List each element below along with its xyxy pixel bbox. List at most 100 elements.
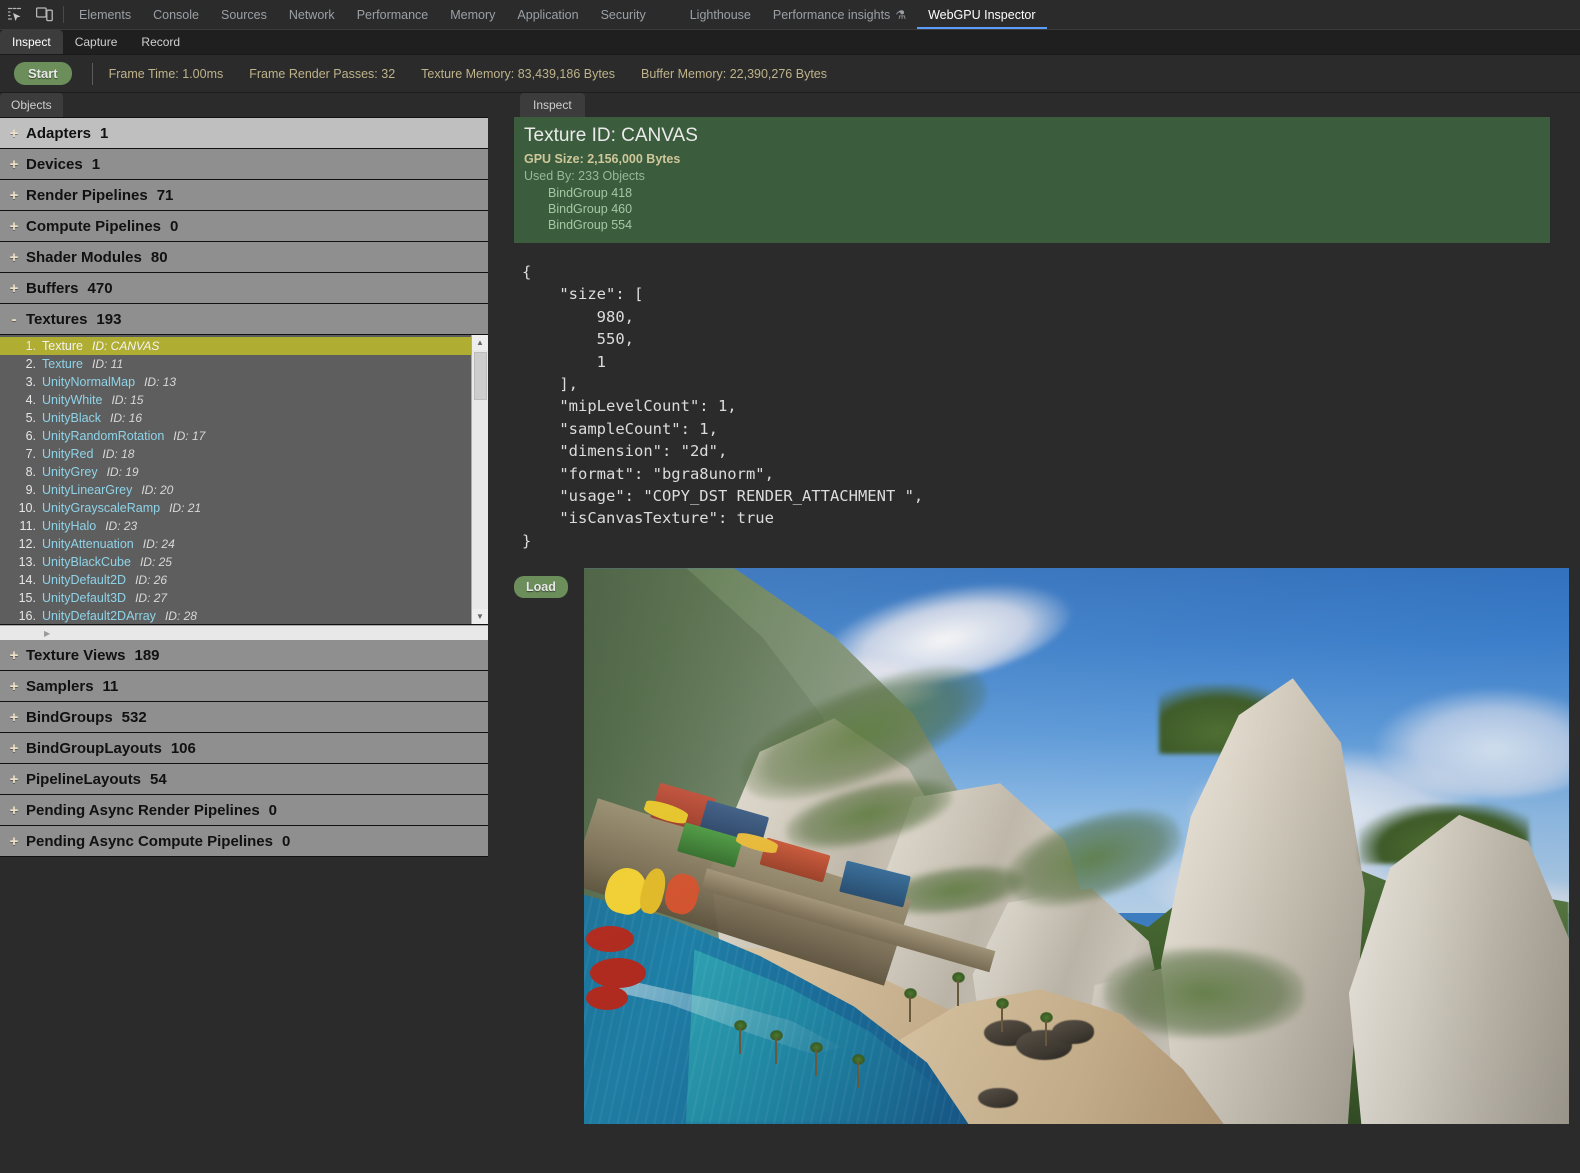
texture-list-item[interactable]: 9. UnityLinearGrey ID: 20 <box>0 481 471 499</box>
tree-group-pipelinelayouts[interactable]: + PipelineLayouts 54 <box>0 764 488 795</box>
scroll-down-arrow-icon[interactable]: ▼ <box>472 609 488 624</box>
texture-list-item[interactable]: 3. UnityNormalMap ID: 13 <box>0 373 471 391</box>
item-id: ID: 16 <box>110 411 143 425</box>
load-button[interactable]: Load <box>514 576 568 599</box>
expand-plus-icon[interactable]: + <box>6 156 22 173</box>
texture-list-container: 1. Texture ID: CANVAS 2. Texture ID: 11 … <box>0 335 488 625</box>
tab-label: Lighthouse <box>689 7 751 22</box>
tree-group-pending-async-render-pipelines[interactable]: + Pending Async Render Pipelines 0 <box>0 795 488 826</box>
texture-list-item[interactable]: 14. UnityDefault2D ID: 26 <box>0 571 471 589</box>
tree-group-shader-modules[interactable]: + Shader Modules 80 <box>0 242 488 273</box>
subtab-capture[interactable]: Capture <box>62 30 130 54</box>
texture-list-item[interactable]: 11. UnityHalo ID: 23 <box>0 517 471 535</box>
tree-group-textures[interactable]: - Textures 193 <box>0 304 488 335</box>
scroll-up-arrow-icon[interactable]: ▲ <box>472 335 488 350</box>
tree-group-count: 193 <box>96 310 122 328</box>
subtab-record[interactable]: Record <box>129 30 193 54</box>
scroll-right-arrow-icon[interactable]: ▶ <box>44 629 50 638</box>
texture-list-item[interactable]: 13. UnityBlackCube ID: 25 <box>0 553 471 571</box>
preview-boulder <box>977 1088 1018 1109</box>
device-toolbar-icon[interactable] <box>33 4 55 26</box>
texture-list-item[interactable]: 7. UnityRed ID: 18 <box>0 445 471 463</box>
collapse-minus-icon[interactable]: - <box>6 311 22 328</box>
texture-list-item[interactable]: 2. Texture ID: 11 <box>0 355 471 373</box>
tree-group-devices[interactable]: + Devices 1 <box>0 149 488 180</box>
preview-boulder <box>1051 1020 1094 1045</box>
bindgroup-ref-link[interactable]: BindGroup 460 <box>524 201 1540 217</box>
expand-plus-icon[interactable]: + <box>6 218 22 235</box>
expand-plus-icon[interactable]: + <box>6 280 22 297</box>
expand-plus-icon[interactable]: + <box>6 709 22 726</box>
texture-list-item[interactable]: 15. UnityDefault3D ID: 27 <box>0 589 471 607</box>
expand-plus-icon[interactable]: + <box>6 771 22 788</box>
start-button[interactable]: Start <box>14 62 72 85</box>
stats-divider <box>91 62 93 85</box>
tab-performance-insights[interactable]: Performance insights ⚗ <box>762 0 917 29</box>
item-id: ID: 21 <box>169 501 202 515</box>
tree-group-adapters[interactable]: + Adapters 1 <box>0 118 488 149</box>
tab-console[interactable]: Console <box>142 0 210 29</box>
tab-memory[interactable]: Memory <box>439 0 506 29</box>
texture-list[interactable]: 1. Texture ID: CANVAS 2. Texture ID: 11 … <box>0 335 471 624</box>
tab-objects[interactable]: Objects <box>0 93 63 117</box>
subtab-inspect[interactable]: Inspect <box>0 30 63 54</box>
item-name: UnityDefault2DArray <box>42 609 156 623</box>
expand-plus-icon[interactable]: + <box>6 249 22 266</box>
item-id: ID: 13 <box>144 375 177 389</box>
texture-list-item[interactable]: 5. UnityBlack ID: 16 <box>0 409 471 427</box>
texture-info-header: Texture ID: CANVAS GPU Size: 2,156,000 B… <box>514 117 1550 243</box>
texture-preview-image[interactable] <box>583 568 1569 1125</box>
texture-list-item[interactable]: 6. UnityRandomRotation ID: 17 <box>0 427 471 445</box>
tree-group-bindgroups[interactable]: + BindGroups 532 <box>0 702 488 733</box>
expand-plus-icon[interactable]: + <box>6 187 22 204</box>
item-name: UnityRed <box>42 447 94 461</box>
tab-inspect-detail[interactable]: Inspect <box>520 93 585 117</box>
expand-plus-icon[interactable]: + <box>6 833 22 850</box>
texture-list-item[interactable]: 10. UnityGrayscaleRamp ID: 21 <box>0 499 471 517</box>
tree-group-buffers[interactable]: + Buffers 470 <box>0 273 488 304</box>
tree-group-pending-async-compute-pipelines[interactable]: + Pending Async Compute Pipelines 0 <box>0 826 488 857</box>
expand-plus-icon[interactable]: + <box>6 125 22 142</box>
item-name: UnityGrey <box>42 465 98 479</box>
tree-group-label: Devices <box>26 155 83 173</box>
expand-plus-icon[interactable]: + <box>6 802 22 819</box>
item-id: ID: 15 <box>111 393 144 407</box>
item-index: 14. <box>18 573 36 587</box>
item-name: UnityRandomRotation <box>42 429 165 443</box>
tab-security[interactable]: Security <box>590 0 657 29</box>
texture-list-item[interactable]: 4. UnityWhite ID: 15 <box>0 391 471 409</box>
bindgroup-ref-link[interactable]: BindGroup 418 <box>524 185 1540 201</box>
bindgroup-ref-link[interactable]: BindGroup 554 <box>524 217 1540 233</box>
tree-group-bindgrouplayouts[interactable]: + BindGroupLayouts 106 <box>0 733 488 764</box>
texture-list-vertical-scrollbar[interactable]: ▲ ▼ <box>471 335 488 624</box>
scrollbar-thumb[interactable] <box>473 352 487 400</box>
expand-plus-icon[interactable]: + <box>6 740 22 757</box>
texture-list-item[interactable]: 12. UnityAttenuation ID: 24 <box>0 535 471 553</box>
main-split: Objects + Adapters 1 + Devices 1 + Rende… <box>0 93 1580 1173</box>
tree-group-samplers[interactable]: + Samplers 11 <box>0 671 488 702</box>
texture-list-item[interactable]: 8. UnityGrey ID: 19 <box>0 463 471 481</box>
texture-list-item[interactable]: 16. UnityDefault2DArray ID: 28 <box>0 607 471 624</box>
texture-list-horizontal-scrollbar[interactable]: ▶ <box>0 625 488 640</box>
tree-group-label: BindGroups <box>26 708 113 726</box>
item-name: UnityDefault2D <box>42 573 127 587</box>
tab-lighthouse[interactable]: Lighthouse <box>679 0 762 29</box>
expand-plus-icon[interactable]: + <box>6 647 22 664</box>
palm-trunk <box>814 1050 817 1077</box>
tab-performance[interactable]: Performance <box>346 0 440 29</box>
inspect-element-icon[interactable] <box>4 4 26 26</box>
item-index: 6. <box>25 429 36 443</box>
tree-group-count: 11 <box>102 677 119 695</box>
tree-group-compute-pipelines[interactable]: + Compute Pipelines 0 <box>0 211 488 242</box>
tab-webgpu-inspector[interactable]: WebGPU Inspector <box>917 0 1047 29</box>
tab-sources[interactable]: Sources <box>210 0 278 29</box>
tree-group-texture-views[interactable]: + Texture Views 189 <box>0 640 488 671</box>
texture-list-item[interactable]: 1. Texture ID: CANVAS <box>0 337 471 355</box>
tree-group-render-pipelines[interactable]: + Render Pipelines 71 <box>0 180 488 211</box>
item-name: UnityLinearGrey <box>42 483 133 497</box>
tab-application[interactable]: Application <box>506 0 589 29</box>
tree-group-count: 1 <box>100 124 109 142</box>
expand-plus-icon[interactable]: + <box>6 678 22 695</box>
tab-network[interactable]: Network <box>278 0 346 29</box>
tab-elements[interactable]: Elements <box>68 0 142 29</box>
